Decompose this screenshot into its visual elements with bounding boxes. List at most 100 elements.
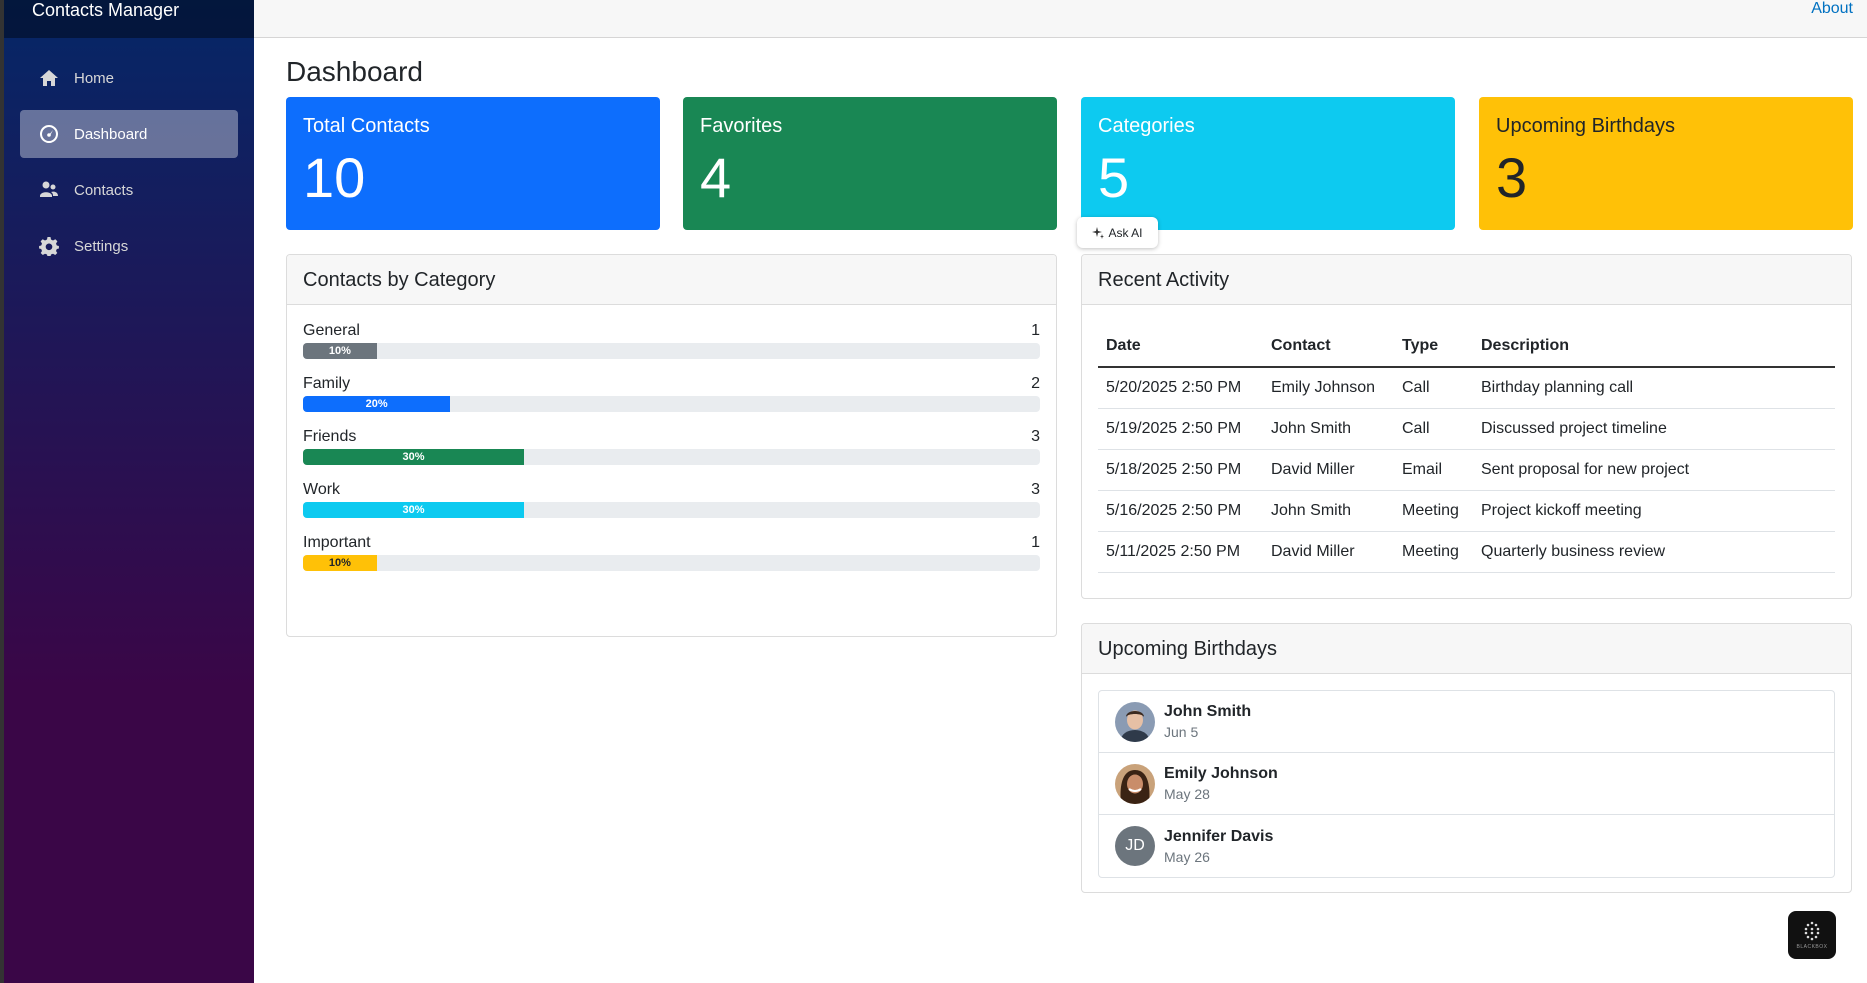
stat-value: 4 xyxy=(700,146,732,209)
category-count: 2 xyxy=(1031,375,1040,392)
cell-description: Project kickoff meeting xyxy=(1473,490,1835,532)
sidebar-item-settings[interactable]: Settings xyxy=(20,222,238,270)
page-title: Dashboard xyxy=(286,56,423,87)
avatar xyxy=(1115,701,1155,742)
sidebar-item-label: Settings xyxy=(74,237,129,255)
sidebar: Contacts Manager Home Dashboard Contacts… xyxy=(0,0,254,983)
stat-label: Upcoming Birthdays xyxy=(1496,115,1675,137)
category-count: 1 xyxy=(1031,322,1040,339)
category-name: Family xyxy=(303,375,351,392)
card-title: Recent Activity xyxy=(1082,255,1851,305)
sidebar-item-label: Contacts xyxy=(74,181,134,199)
category-row: Family 2 20% xyxy=(303,375,1040,412)
category-row: Important 1 10% xyxy=(303,534,1040,571)
category-list: General 1 10% Family 2 20% Friends 3 30% Wo… xyxy=(287,305,1056,571)
progress-bar: 30% xyxy=(303,502,1040,518)
category-name: Work xyxy=(303,481,341,498)
cell-contact: David Miller xyxy=(1263,449,1394,491)
stat-value: 5 xyxy=(1098,146,1130,209)
cell-description: Quarterly business review xyxy=(1473,531,1835,573)
table-row: 5/19/2025 2:50 PM John Smith Call Discus… xyxy=(1098,408,1835,450)
cell-contact: John Smith xyxy=(1263,490,1394,532)
sparkle-icon xyxy=(1092,226,1105,239)
blackbox-button[interactable]: BLACKBOX xyxy=(1788,911,1836,959)
category-name: Friends xyxy=(303,428,357,445)
sidebar-nav: Home Dashboard Contacts Settings xyxy=(4,38,254,270)
person-name: Emily Johnson xyxy=(1164,765,1278,782)
cell-contact: Emily Johnson xyxy=(1263,367,1394,409)
cell-date: 5/16/2025 2:50 PM xyxy=(1098,490,1263,532)
birthday-list: John Smith Jun 5 Emily Johnson May 28 JD… xyxy=(1098,690,1835,878)
category-name: Important xyxy=(303,534,371,551)
column-header: Description xyxy=(1473,326,1835,368)
list-item[interactable]: John Smith Jun 5 xyxy=(1099,691,1834,753)
category-row: General 1 10% xyxy=(303,322,1040,359)
birthday-date: May 26 xyxy=(1164,848,1210,865)
cell-date: 5/11/2025 2:50 PM xyxy=(1098,531,1263,573)
birthday-date: May 28 xyxy=(1164,786,1210,802)
card-title: Upcoming Birthdays xyxy=(1082,624,1851,674)
progress-fill: 10% xyxy=(303,343,377,359)
stat-card-upcoming-birthdays: Upcoming Birthdays 3 xyxy=(1479,97,1853,230)
birthday-date: Jun 5 xyxy=(1164,724,1199,740)
sidebar-item-contacts[interactable]: Contacts xyxy=(20,166,238,214)
category-count: 3 xyxy=(1031,428,1040,445)
contacts-icon xyxy=(38,179,60,201)
cell-description: Sent proposal for new project xyxy=(1473,449,1835,491)
cell-type: Email xyxy=(1394,449,1473,491)
ask-ai-button[interactable]: Ask AI xyxy=(1077,217,1158,248)
stat-value: 3 xyxy=(1496,146,1528,209)
progress-bar: 30% xyxy=(303,449,1040,465)
table-row: 5/18/2025 2:50 PM David Miller Email Sen… xyxy=(1098,449,1835,491)
app-title[interactable]: Contacts Manager xyxy=(32,0,254,20)
column-header: Date xyxy=(1098,326,1263,368)
category-row: Work 3 30% xyxy=(303,481,1040,518)
stat-card-categories: Categories 5 xyxy=(1081,97,1455,230)
avatar xyxy=(1115,763,1155,804)
activity-table: Date Contact Type Description 5/20/2025 … xyxy=(1098,326,1835,573)
table-header-row: Date Contact Type Description xyxy=(1098,326,1835,368)
stat-label: Favorites xyxy=(700,115,783,137)
progress-fill: 10% xyxy=(303,555,377,571)
column-header: Type xyxy=(1394,326,1473,368)
cell-date: 5/18/2025 2:50 PM xyxy=(1098,449,1263,491)
cell-description: Birthday planning call xyxy=(1473,367,1835,409)
blackbox-label: BLACKBOX xyxy=(1796,944,1828,950)
upcoming-birthdays-card: Upcoming Birthdays John Smith Jun 5 Emil… xyxy=(1081,623,1852,893)
table-row: 5/11/2025 2:50 PM David Miller Meeting Q… xyxy=(1098,531,1835,573)
list-item[interactable]: Emily Johnson May 28 xyxy=(1099,753,1834,815)
ask-ai-label: Ask AI xyxy=(1108,225,1143,240)
sidebar-item-label: Dashboard xyxy=(74,125,148,143)
avatar-initials: JD xyxy=(1115,826,1155,866)
card-title: Contacts by Category xyxy=(287,255,1056,305)
stat-card-favorites: Favorites 4 xyxy=(683,97,1057,230)
sidebar-item-dashboard[interactable]: Dashboard xyxy=(20,110,238,158)
about-link[interactable]: About xyxy=(1811,0,1853,18)
table-row: 5/16/2025 2:50 PM John Smith Meeting Pro… xyxy=(1098,490,1835,532)
table-row: 5/20/2025 2:50 PM Emily Johnson Call Bir… xyxy=(1098,367,1835,409)
brand-bar: Contacts Manager xyxy=(4,0,254,38)
cell-type: Meeting xyxy=(1394,531,1473,573)
list-item[interactable]: JD Jennifer Davis May 26 xyxy=(1099,815,1834,877)
cell-contact: John Smith xyxy=(1263,408,1394,450)
column-header: Contact xyxy=(1263,326,1394,368)
cell-type: Call xyxy=(1394,367,1473,409)
cell-type: Meeting xyxy=(1394,490,1473,532)
cell-date: 5/19/2025 2:50 PM xyxy=(1098,408,1263,450)
category-count: 3 xyxy=(1031,481,1040,498)
sidebar-item-label: Home xyxy=(74,69,115,87)
progress-bar: 10% xyxy=(303,343,1040,359)
category-count: 1 xyxy=(1031,534,1040,551)
stat-label: Total Contacts xyxy=(303,115,430,137)
progress-bar: 20% xyxy=(303,396,1040,412)
dashboard-icon xyxy=(38,123,60,145)
category-card: Contacts by Category General 1 10% Family… xyxy=(286,254,1057,637)
person-name: Jennifer Davis xyxy=(1164,827,1274,845)
cell-contact: David Miller xyxy=(1263,531,1394,573)
progress-fill: 30% xyxy=(303,502,525,518)
progress-bar: 10% xyxy=(303,555,1040,571)
cell-type: Call xyxy=(1394,408,1473,450)
cell-description: Discussed project timeline xyxy=(1473,408,1835,450)
gear-icon xyxy=(38,235,60,257)
sidebar-item-home[interactable]: Home xyxy=(20,54,238,102)
